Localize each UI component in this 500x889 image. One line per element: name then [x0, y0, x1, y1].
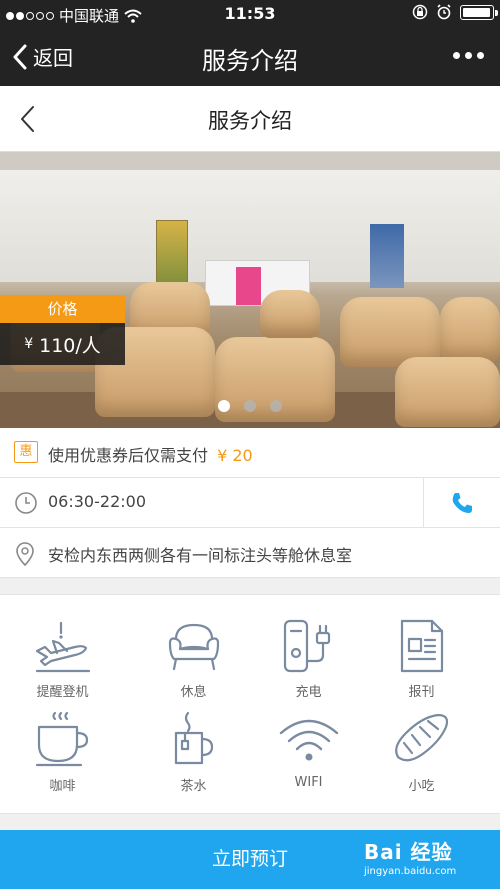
- facility-item: 报刊: [359, 617, 484, 713]
- facility-item: 提醒登机: [0, 617, 125, 713]
- newspaper-icon: [400, 619, 443, 673]
- facility-label: 提醒登机: [36, 685, 89, 700]
- facility-item: WIFI: [246, 711, 371, 807]
- watermark-logo: Bai 经验: [364, 840, 453, 864]
- coupon-badge: 惠: [14, 441, 38, 463]
- tea-icon: [174, 711, 213, 765]
- carousel-indicators: [0, 400, 500, 412]
- price-tag: 价格 ¥ 110/人: [0, 295, 125, 365]
- status-bar: 中国联通 11:53: [0, 0, 500, 28]
- price-value: 110/人: [39, 334, 101, 357]
- watermark: Bai 经验 jingyan.baidu.com: [364, 836, 484, 882]
- facility-item: 休息: [131, 617, 256, 713]
- page-header: 服务介绍: [0, 86, 500, 152]
- facility-label: 咖啡: [49, 779, 76, 794]
- nav-bar: 返回 服务介绍: [0, 28, 500, 86]
- facility-label: 茶水: [180, 779, 207, 794]
- facility-label: 小吃: [408, 779, 435, 794]
- page-title: 服务介绍: [208, 109, 292, 133]
- carousel-dot[interactable]: [244, 400, 256, 412]
- coupon-amount: ¥ 20: [217, 446, 253, 465]
- facility-label: 报刊: [408, 685, 435, 700]
- nav-title: 服务介绍: [202, 47, 298, 75]
- sofa-icon: [168, 623, 219, 671]
- watermark-url: jingyan.baidu.com: [364, 866, 457, 877]
- carousel-dot[interactable]: [270, 400, 282, 412]
- clock-icon: [15, 492, 37, 514]
- facility-item: 咖啡: [0, 711, 125, 807]
- carousel-dot[interactable]: [218, 400, 230, 412]
- price-label: 价格: [0, 295, 125, 323]
- phone-icon: [452, 493, 472, 513]
- coupon-text-line: 使用优惠券后仅需支付 ¥ 20: [48, 442, 253, 466]
- facility-label: 休息: [180, 685, 207, 700]
- plane-icon: [35, 621, 90, 673]
- facility-item: 小吃: [359, 711, 484, 807]
- battery-icon: [460, 4, 498, 20]
- bread-icon: [394, 713, 448, 762]
- rotation-lock-icon: [412, 4, 428, 20]
- coupon-row[interactable]: 惠 使用优惠券后仅需支付 ¥ 20: [0, 428, 500, 478]
- location-text: 安检内东西两侧各有一间标注头等舱休息室: [48, 546, 353, 565]
- facility-item: 茶水: [131, 711, 256, 807]
- facility-item: 充电: [246, 617, 371, 713]
- opening-hours-row: 06:30-22:00: [0, 478, 500, 528]
- opening-hours: 06:30-22:00: [48, 492, 146, 511]
- currency-symbol: ¥: [24, 336, 34, 352]
- charger-icon: [283, 619, 330, 673]
- facility-label: WIFI: [294, 775, 323, 790]
- coupon-text: 使用优惠券后仅需支付: [48, 446, 209, 465]
- wifi-icon: [279, 719, 338, 761]
- location-row: 安检内东西两侧各有一间标注头等舱休息室: [0, 528, 500, 578]
- more-menu-button[interactable]: [453, 52, 484, 59]
- facility-label: 充电: [295, 685, 322, 700]
- status-bar-right: [412, 4, 498, 20]
- coffee-icon: [35, 711, 88, 767]
- price-value-box: ¥ 110/人: [0, 323, 125, 365]
- alarm-icon: [437, 4, 451, 20]
- call-button[interactable]: [423, 478, 500, 528]
- facilities-grid: 提醒登机 休息 充电 报刊 咖啡 茶水 WIFI 小吃: [0, 594, 500, 814]
- lounge-photo-carousel[interactable]: 价格 ¥ 110/人: [0, 152, 500, 428]
- location-pin-icon: [16, 542, 34, 567]
